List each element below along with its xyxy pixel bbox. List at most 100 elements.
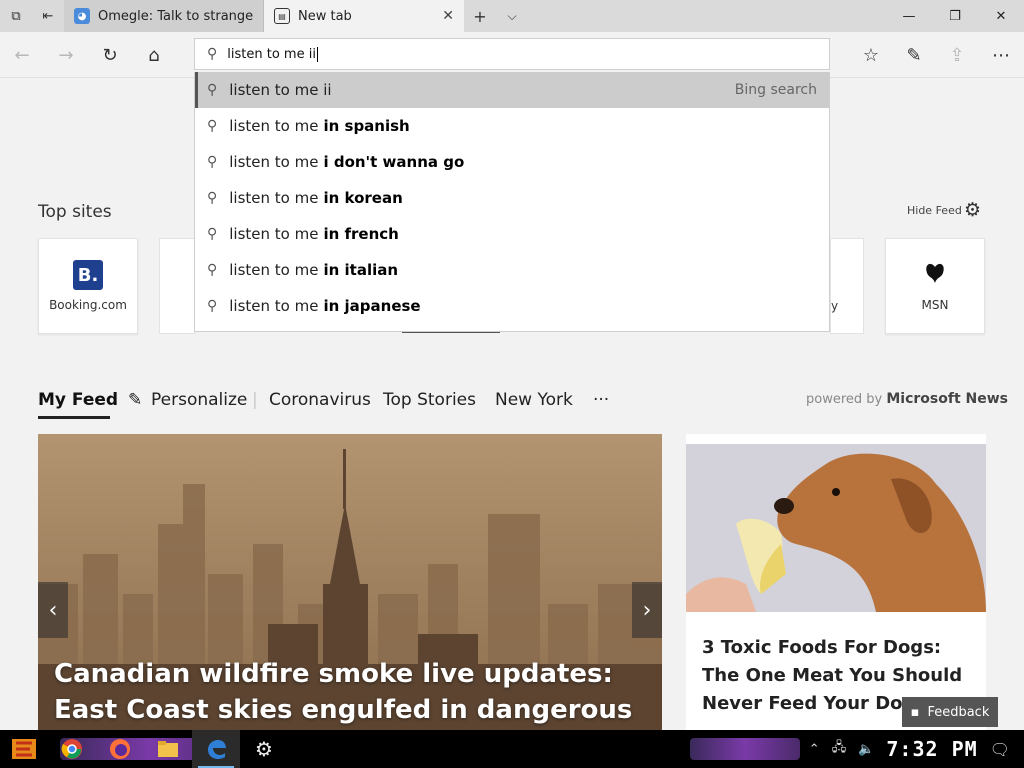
suggestion-prefix: listen to me <box>229 261 319 279</box>
suggestion-item[interactable]: ⚲ listen to me i don't wanna go <box>195 144 829 180</box>
network-icon[interactable]: 🖧 <box>832 738 847 760</box>
back-button[interactable]: ← <box>7 40 37 70</box>
search-icon: ⚲ <box>207 118 218 134</box>
restore-button[interactable]: ❐ <box>932 0 978 32</box>
suggestion-item[interactable]: ⚲ listen to me in french <box>195 216 829 252</box>
search-icon: ⚲ <box>207 82 218 98</box>
forward-button[interactable]: → <box>51 40 81 70</box>
suggestion-completion: in korean <box>323 189 403 207</box>
more-topics-icon[interactable]: ··· <box>593 390 609 410</box>
close-window-button[interactable]: ✕ <box>978 0 1024 32</box>
home-button[interactable]: ⌂ <box>139 40 169 70</box>
suggestion-completion: in japanese <box>323 297 421 315</box>
suggestion-item[interactable]: ⚲ listen to me in japanese <box>195 288 829 324</box>
firefox-icon[interactable] <box>96 730 144 768</box>
search-icon: ⚲ <box>207 46 218 62</box>
dog-with-banana-image <box>686 444 986 612</box>
top-site-tile-partial[interactable] <box>159 238 195 334</box>
tab-preview-chevron-icon[interactable]: ⌵ <box>496 0 528 32</box>
top-site-label: y <box>831 299 839 313</box>
powered-by: powered by Microsoft News <box>806 391 1008 407</box>
clock[interactable]: 7:32 PM <box>886 737 977 761</box>
web-note-pen-icon[interactable]: ✎ <box>899 40 929 70</box>
next-story-button[interactable]: › <box>632 582 662 638</box>
search-icon: ⚲ <box>207 226 218 242</box>
text-caret <box>316 46 318 62</box>
show-hidden-icons-icon[interactable]: ⌃ <box>809 742 820 757</box>
hide-feed-link[interactable]: Hide Feed <box>907 204 962 217</box>
top-site-booking[interactable]: B. Booking.com <box>38 238 138 334</box>
suggestion-prefix: listen to me <box>229 153 319 171</box>
action-center-icon[interactable]: 🗨 <box>990 740 1010 759</box>
suggestion-prefix: listen to me <box>229 189 319 207</box>
search-icon: ⚲ <box>207 298 218 314</box>
top-sites-heading: Top sites <box>38 202 112 222</box>
volume-icon[interactable]: 🔈 <box>858 742 874 757</box>
tab-new-tab[interactable]: ▤ New tab ✕ <box>264 0 464 32</box>
previous-story-button[interactable]: ‹ <box>38 582 68 638</box>
close-tab-icon[interactable]: ✕ <box>442 8 454 24</box>
active-tab-underline <box>38 416 110 419</box>
top-site-msn[interactable]: MSN <box>885 238 985 334</box>
hero-story[interactable]: ‹ › Canadian wildfire smoke live updates… <box>38 434 662 730</box>
search-icon: ⚲ <box>207 190 218 206</box>
tab-bar: ⧉ ⇤ ◕ Omegle: Talk to strangers! ▤ New t… <box>0 0 1024 32</box>
tab-actions-icon[interactable]: ⧉ <box>0 0 32 32</box>
search-suggestions: ⚲ listen to me ii Bing search ⚲ listen t… <box>194 72 830 332</box>
new-tab-favicon-icon: ▤ <box>274 8 290 24</box>
taskbar: ⚙ ⌃ 🖧 🔈 7:32 PM 🗨 <box>0 730 1024 768</box>
bing-search-label: Bing search <box>734 82 817 98</box>
refresh-button[interactable]: ↻ <box>95 40 125 70</box>
suggestion-item[interactable]: ⚲ listen to me ii Bing search <box>195 72 829 108</box>
new-tab-plus-icon[interactable]: + <box>464 0 496 32</box>
tab-new-york[interactable]: New York <box>495 390 573 410</box>
set-tabs-aside-icon[interactable]: ⇤ <box>32 0 64 32</box>
share-icon[interactable]: ⇪ <box>942 40 972 70</box>
tab-omegle[interactable]: ◕ Omegle: Talk to strangers! <box>64 0 264 32</box>
powered-by-label: powered by <box>806 392 883 407</box>
file-explorer-icon[interactable] <box>144 730 192 768</box>
suggestion-prefix: listen to me <box>229 297 319 315</box>
top-site-label: Booking.com <box>49 298 127 312</box>
hero-headline[interactable]: Canadian wildfire smoke live updates: Ea… <box>54 656 644 730</box>
tab-my-feed[interactable]: My Feed <box>38 390 118 410</box>
tab-label: New tab <box>298 8 352 24</box>
more-menu-icon[interactable]: ⋯ <box>986 40 1016 70</box>
msn-butterfly-icon <box>920 260 950 290</box>
nav-divider: | <box>252 390 258 410</box>
address-bar[interactable]: ⚲ listen to me ii <box>194 38 830 70</box>
suggestion-prefix: listen to me <box>229 117 319 135</box>
taskbar-decoration <box>690 738 800 760</box>
top-site-tile-partial[interactable]: y <box>830 238 864 334</box>
feedback-icon: ▪ <box>910 704 920 720</box>
gear-icon[interactable]: ⚙ <box>964 199 981 221</box>
favorites-star-icon[interactable]: ☆ <box>856 40 886 70</box>
omegle-favicon-icon: ◕ <box>74 8 90 24</box>
tab-personalize[interactable]: Personalize <box>151 390 247 410</box>
suggestion-completion: i don't wanna go <box>323 153 465 171</box>
edge-icon[interactable] <box>192 730 240 768</box>
suggestion-completion: in spanish <box>323 117 410 135</box>
suggestion-text: listen to me ii <box>229 81 332 99</box>
pencil-icon[interactable]: ✎ <box>128 390 142 410</box>
chrome-icon[interactable] <box>48 730 96 768</box>
search-icon: ⚲ <box>207 154 218 170</box>
suggestion-completion: in french <box>323 225 399 243</box>
suggestion-item[interactable]: ⚲ listen to me in korean <box>195 180 829 216</box>
search-icon: ⚲ <box>207 262 218 278</box>
suggestion-item[interactable]: ⚲ listen to me in italian <box>195 252 829 288</box>
microsoft-news-link[interactable]: Microsoft News <box>886 391 1008 407</box>
tab-coronavirus[interactable]: Coronavirus <box>269 390 371 410</box>
feedback-label: Feedback <box>927 704 990 720</box>
feedback-button[interactable]: ▪ Feedback <box>902 697 998 727</box>
tab-top-stories[interactable]: Top Stories <box>383 390 476 410</box>
tab-label: Omegle: Talk to strangers! <box>98 8 253 24</box>
suggestion-item[interactable]: ⚲ listen to me in spanish <box>195 108 829 144</box>
settings-gear-icon[interactable]: ⚙ <box>240 730 288 768</box>
minimize-button[interactable]: — <box>886 0 932 32</box>
booking-logo-icon: B. <box>73 260 103 290</box>
news-card[interactable]: 3 Toxic Foods For Dogs: The One Meat You… <box>686 434 986 730</box>
suggestion-prefix: listen to me <box>229 225 319 243</box>
address-input-value[interactable]: listen to me ii <box>227 47 316 62</box>
start-button[interactable] <box>0 730 48 768</box>
